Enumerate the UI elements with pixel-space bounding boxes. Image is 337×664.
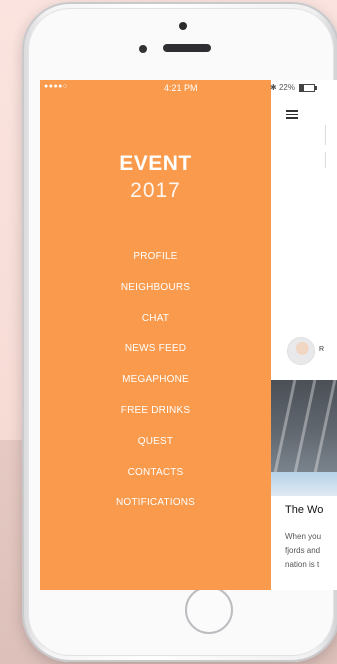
avatar[interactable] [287, 337, 315, 365]
status-bar: ●●●●○ 4:21 PM ✱ 22% [40, 80, 337, 96]
menu-item-free-drinks[interactable]: FREE DRINKS [40, 396, 271, 427]
article-line: When you [285, 532, 322, 541]
camera-icon [179, 22, 187, 30]
signal-icon: ●●●●○ [44, 83, 68, 90]
side-menu: EVENT 2017 PROFILE NEIGHBOURS CHAT NEWS … [40, 80, 271, 590]
speaker-grill [163, 44, 211, 52]
article-image[interactable] [271, 380, 337, 496]
divider [325, 125, 326, 145]
bluetooth-icon: ✱ [270, 83, 277, 92]
article-title[interactable]: The Wo [285, 504, 323, 516]
content-peek: R The Wo When you fjords and nation is t [271, 80, 337, 590]
sensor-icon [139, 45, 147, 53]
menu-list: PROFILE NEIGHBOURS CHAT NEWS FEED MEGAPH… [40, 242, 271, 519]
author-name: R [319, 346, 325, 353]
menu-item-profile[interactable]: PROFILE [40, 242, 271, 273]
menu-item-notifications[interactable]: NOTIFICATIONS [40, 488, 271, 519]
menu-item-neighbours[interactable]: NEIGHBOURS [40, 273, 271, 304]
status-time: 4:21 PM [164, 83, 198, 93]
brand-year: 2017 [130, 179, 181, 202]
battery-percent: 22% [278, 83, 295, 92]
screen: EVENT 2017 PROFILE NEIGHBOURS CHAT NEWS … [40, 80, 337, 590]
home-button[interactable] [185, 586, 233, 634]
article-line: fjords and [285, 546, 321, 555]
divider [325, 152, 326, 168]
menu-item-chat[interactable]: CHAT [40, 304, 271, 335]
battery-icon [299, 83, 318, 92]
article-excerpt: When you fjords and nation is t [285, 530, 337, 572]
menu-item-megaphone[interactable]: MEGAPHONE [40, 365, 271, 396]
menu-item-news-feed[interactable]: NEWS FEED [40, 334, 271, 365]
hamburger-icon[interactable] [286, 110, 298, 119]
battery-status: ✱ 22% [270, 83, 318, 92]
brand-title: EVENT [119, 152, 192, 175]
menu-item-contacts[interactable]: CONTACTS [40, 458, 271, 489]
article-line: nation is t [285, 560, 320, 569]
menu-item-quest[interactable]: QUEST [40, 427, 271, 458]
